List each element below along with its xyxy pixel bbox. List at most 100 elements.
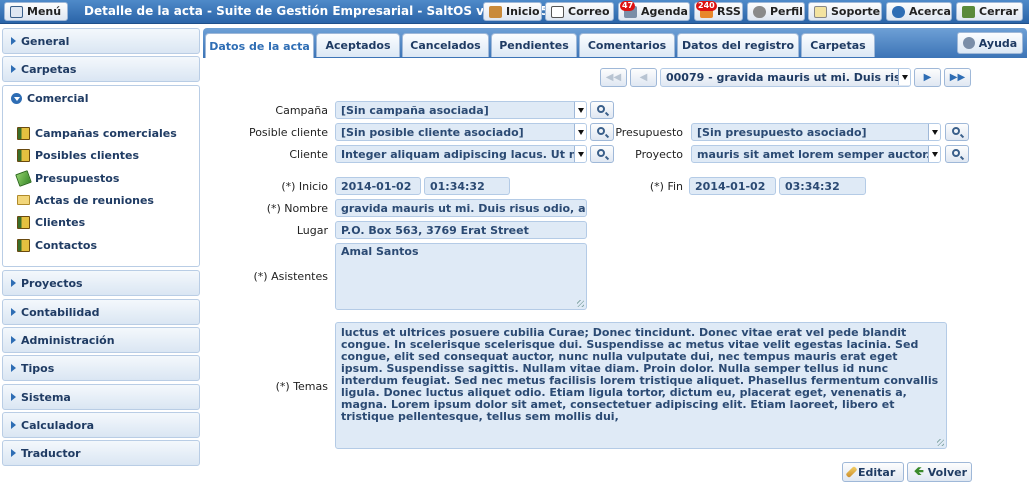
volver-button[interactable]: 🡸 Volver [907, 462, 972, 482]
tab-aceptados[interactable]: Aceptados [316, 33, 400, 57]
main-panel: Datos de la acta Aceptados Cancelados Pe… [203, 28, 1027, 494]
form-content: ◀◀ ◀ 00079 - gravida mauris ut mi. Duis … [203, 58, 1027, 494]
fin-time-field[interactable]: 03:34:32 [779, 177, 866, 195]
sidebar-section-comercial[interactable]: Comercial [2, 85, 200, 111]
cerrar-button[interactable]: Cerrar [956, 2, 1023, 21]
label-fin: (*) Fin [649, 180, 683, 193]
pencil-icon [845, 465, 858, 479]
collapsed-arrow-icon [11, 336, 16, 344]
label-proyecto: Proyecto [635, 148, 683, 161]
tab-comentarios[interactable]: Comentarios [579, 33, 675, 57]
fin-date-field[interactable]: 2014-01-02 [689, 177, 776, 195]
cliente-select[interactable]: Integer aliquam adipiscing lacus. Ut nec… [335, 145, 587, 163]
sidebar-item-clientes[interactable]: Clientes [17, 213, 85, 231]
temas-text: luctus et ultrices posuere cubilia Curae… [341, 326, 939, 423]
asistentes-textarea[interactable]: Amal Santos [335, 243, 587, 310]
notes-icon [17, 195, 30, 205]
first-icon: ◀◀ [605, 72, 622, 83]
sidebar-item-campanas[interactable]: Campañas comerciales [17, 124, 177, 142]
agenda-button[interactable]: 47 Agenda [618, 0, 690, 21]
posible-cliente-select[interactable]: [Sin posible cliente asociado] [335, 123, 587, 141]
sidebar-section-sistema[interactable]: Sistema [2, 384, 200, 410]
sidebar-section-carpetas[interactable]: Carpetas [2, 56, 200, 82]
sidebar-item-actas[interactable]: Actas de reuniones [17, 191, 154, 209]
next-record-button[interactable]: ▶ [914, 68, 941, 87]
sidebar-section-administracion[interactable]: Administración [2, 327, 200, 353]
last-icon: ▶▶ [949, 72, 966, 83]
label-campana: Campaña [275, 104, 328, 117]
book-icon [17, 148, 30, 162]
tab-cancelados[interactable]: Cancelados [402, 33, 489, 57]
collapsed-arrow-icon [11, 279, 16, 287]
calendar-icon: 47 [620, 0, 637, 18]
resize-handle[interactable] [937, 439, 944, 446]
book-icon [17, 126, 30, 140]
inicio-button[interactable]: Inicio [483, 2, 542, 21]
book-icon [17, 215, 30, 229]
proyecto-select[interactable]: mauris sit amet lorem semper auctor. Mau… [691, 145, 941, 163]
search-icon [597, 105, 605, 113]
mail-icon [551, 5, 564, 18]
inicio-date-field[interactable]: 2014-01-02 [335, 177, 421, 195]
soporte-button[interactable]: Soporte [808, 2, 882, 21]
presupuesto-search-button[interactable] [945, 123, 969, 141]
editar-button[interactable]: Editar [842, 462, 904, 482]
tab-pendientes[interactable]: Pendientes [491, 33, 577, 57]
collapsed-arrow-icon [11, 65, 16, 73]
presupuesto-select[interactable]: [Sin presupuesto asociado] [691, 123, 941, 141]
tab-datos-acta[interactable]: Datos de la acta [205, 33, 314, 58]
sidebar-section-contabilidad[interactable]: Contabilidad [2, 299, 200, 325]
tab-datos-registro[interactable]: Datos del registro [677, 33, 799, 57]
menu-icon [10, 5, 23, 18]
prev-icon: ◀ [639, 72, 648, 83]
campana-select[interactable]: [Sin campaña asociada] [335, 101, 587, 119]
back-arrow-icon: 🡸 [914, 463, 924, 478]
rss-badge: 240 [696, 0, 717, 11]
collapsed-arrow-icon [11, 393, 16, 401]
info-icon [892, 5, 905, 18]
acerca-button[interactable]: Acerca [886, 2, 952, 21]
label-inicio: (*) Inicio [281, 180, 328, 193]
sidebar-section-general[interactable]: General [2, 28, 200, 54]
collapsed-arrow-icon [11, 308, 16, 316]
collapsed-arrow-icon [11, 37, 16, 45]
search-icon [952, 149, 960, 157]
perfil-button[interactable]: Perfil [747, 2, 805, 21]
rss-button[interactable]: 240 RSS [694, 0, 743, 21]
campana-search-button[interactable] [590, 101, 614, 119]
inicio-time-field[interactable]: 01:34:32 [424, 177, 510, 195]
collapsed-arrow-icon [11, 364, 16, 372]
menu-button[interactable]: Menú [4, 2, 68, 21]
first-record-button[interactable]: ◀◀ [600, 68, 627, 87]
label-lugar: Lugar [296, 224, 328, 237]
sidebar-section-proyectos[interactable]: Proyectos [2, 270, 200, 296]
top-bar: Menú Detalle de la acta - Suite de Gesti… [0, 0, 1029, 24]
sidebar-section-calculadora[interactable]: Calculadora [2, 412, 200, 438]
home-icon [489, 5, 502, 18]
agenda-badge: 47 [620, 0, 636, 11]
sidebar-section-tipos[interactable]: Tipos [2, 355, 200, 381]
wrench-icon [753, 5, 766, 18]
collapsed-arrow-icon [11, 421, 16, 429]
sidebar-item-contactos[interactable]: Contactos [17, 236, 97, 254]
resize-handle[interactable] [577, 300, 584, 307]
search-icon [952, 127, 960, 135]
sidebar-item-presupuestos[interactable]: Presupuestos [15, 169, 119, 187]
sidebar-item-posibles-clientes[interactable]: Posibles clientes [17, 146, 139, 164]
proyecto-search-button[interactable] [945, 145, 969, 163]
ayuda-button[interactable]: Ayuda [957, 32, 1023, 54]
exit-door-icon [962, 5, 975, 18]
prev-record-button[interactable]: ◀ [630, 68, 657, 87]
record-select[interactable]: 00079 - gravida mauris ut mi. Duis risus… [660, 68, 911, 87]
temas-textarea[interactable]: luctus et ultrices posuere cubilia Curae… [335, 322, 947, 449]
last-record-button[interactable]: ▶▶ [944, 68, 971, 87]
label-nombre: (*) Nombre [266, 202, 328, 215]
asistentes-text: Amal Santos [341, 245, 419, 258]
collapsed-arrow-icon [11, 449, 16, 457]
money-icon [15, 169, 32, 187]
nombre-field[interactable]: gravida mauris ut mi. Duis risus odio, a… [335, 199, 587, 217]
sidebar-section-traductor[interactable]: Traductor [2, 440, 200, 466]
correo-button[interactable]: Correo [545, 2, 614, 21]
tab-carpetas[interactable]: Carpetas [801, 33, 875, 57]
lugar-field[interactable]: P.O. Box 563, 3769 Erat Street [335, 221, 587, 239]
